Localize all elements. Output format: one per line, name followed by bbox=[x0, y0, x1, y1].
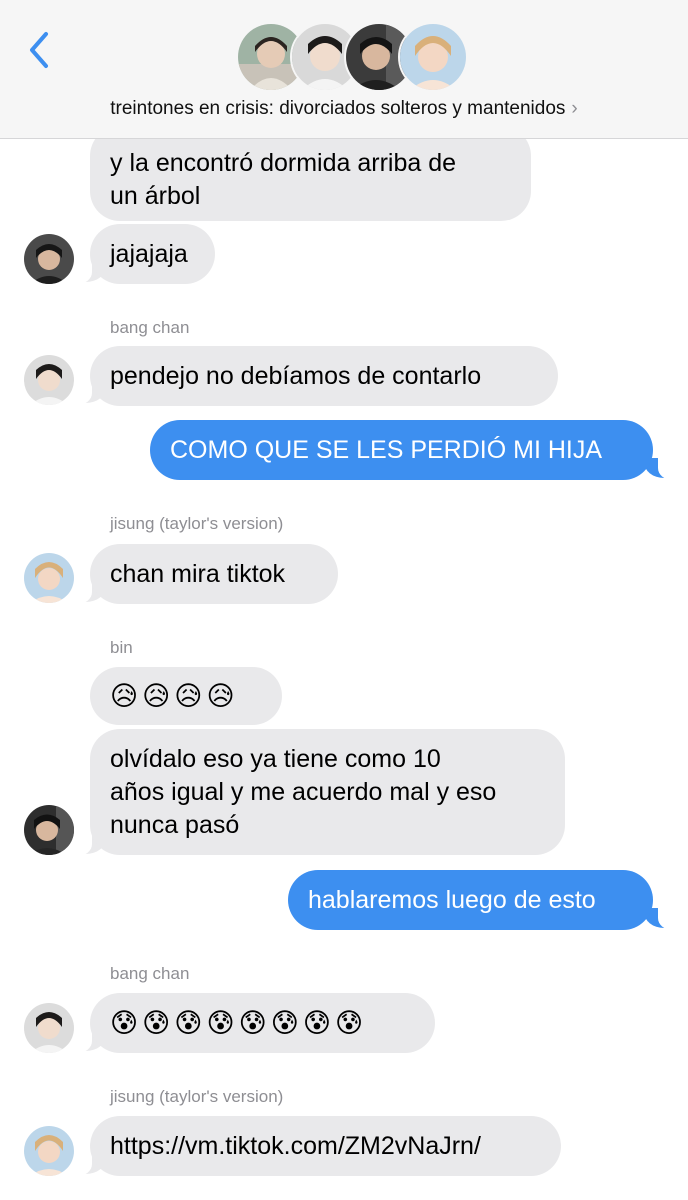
incoming-message-bubble[interactable]: olvídalo eso ya tiene como 10 años igual… bbox=[90, 729, 565, 855]
chevron-right-icon: › bbox=[571, 98, 578, 119]
avatar[interactable] bbox=[24, 355, 74, 405]
incoming-message-bubble[interactable]: pendejo no debíamos de contarlo bbox=[90, 346, 558, 406]
sender-name: jisung (taylor's version) bbox=[110, 1087, 284, 1106]
group-name-label: treintones en crisis: divorciados solter… bbox=[110, 98, 566, 119]
outgoing-message-bubble[interactable]: COMO QUE SE LES PERDIÓ MI HIJA bbox=[150, 420, 653, 480]
back-button[interactable] bbox=[24, 30, 58, 70]
message-text: 😰😰😰😰😰😰😰😰 bbox=[110, 1007, 368, 1039]
incoming-message-bubble[interactable]: https://vm.tiktok.com/ZM2vNaJrn/ bbox=[90, 1116, 561, 1176]
message-text: 😥😥😥😥 bbox=[110, 680, 239, 712]
outgoing-message-bubble[interactable]: hablaremos luego de esto bbox=[288, 870, 653, 930]
message-text: jajajaja bbox=[110, 239, 188, 268]
group-avatar bbox=[398, 22, 468, 92]
incoming-message-bubble[interactable]: 😰😰😰😰😰😰😰😰 bbox=[90, 993, 435, 1053]
group-avatars[interactable] bbox=[236, 22, 468, 92]
sender-name: bang chan bbox=[110, 318, 190, 337]
message-text: pendejo no debíamos de contarlo bbox=[110, 361, 482, 390]
avatar[interactable] bbox=[24, 553, 74, 603]
sender-name: bin bbox=[110, 638, 133, 657]
sender-name: bang chan bbox=[110, 964, 190, 983]
message-text: COMO QUE SE LES PERDIÓ MI HIJA bbox=[170, 435, 603, 464]
avatar[interactable] bbox=[24, 234, 74, 284]
incoming-message-bubble[interactable]: jajajaja bbox=[90, 224, 215, 284]
incoming-message-bubble[interactable]: chan mira tiktok bbox=[90, 544, 338, 604]
message-text: chan mira tiktok bbox=[110, 559, 286, 588]
incoming-message-bubble[interactable]: y la encontró dormida arriba de un árbol bbox=[90, 126, 531, 221]
chevron-left-icon bbox=[30, 32, 48, 68]
message-text: hablaremos luego de esto bbox=[308, 885, 596, 914]
incoming-message-bubble[interactable]: 😥😥😥😥 bbox=[90, 667, 282, 725]
message-link[interactable]: https://vm.tiktok.com/ZM2vNaJrn/ bbox=[110, 1130, 481, 1163]
message-text: olvídalo eso ya tiene como 10 años igual… bbox=[110, 744, 497, 839]
sender-name: jisung (taylor's version) bbox=[110, 514, 284, 533]
group-name[interactable]: treintones en crisis: divorciados solter… bbox=[0, 98, 688, 120]
message-text: y la encontró dormida arriba de un árbol bbox=[110, 148, 457, 210]
avatar[interactable] bbox=[24, 805, 74, 855]
avatar[interactable] bbox=[24, 1126, 74, 1176]
avatar[interactable] bbox=[24, 1003, 74, 1053]
conversation-header: treintones en crisis: divorciados solter… bbox=[0, 0, 688, 139]
